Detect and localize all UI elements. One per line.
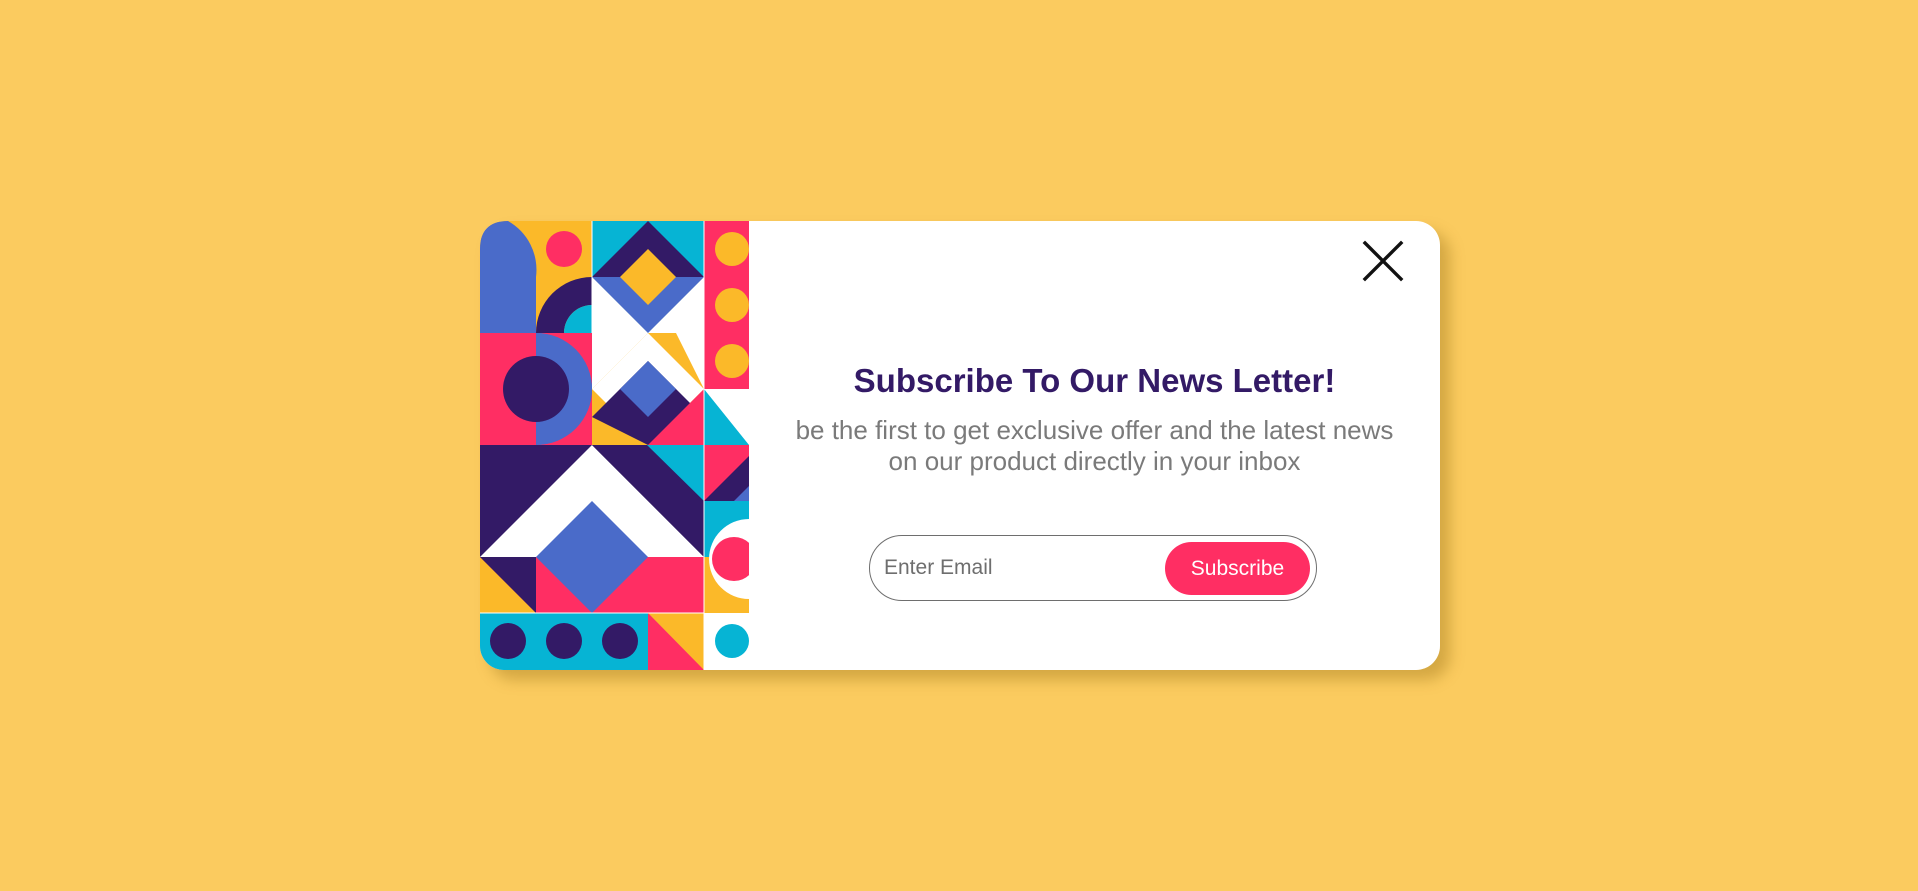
subscribe-button[interactable]: Subscribe bbox=[1165, 542, 1310, 595]
modal-content: Subscribe To Our News Letter! be the fir… bbox=[749, 221, 1440, 670]
modal-title: Subscribe To Our News Letter! bbox=[853, 362, 1336, 399]
geometric-pattern-illustration bbox=[480, 221, 749, 670]
newsletter-modal: Subscribe To Our News Letter! be the fir… bbox=[480, 221, 1440, 670]
subscribe-form: Subscribe bbox=[869, 535, 1317, 601]
modal-subtitle: be the first to get exclusive offer and … bbox=[795, 415, 1394, 476]
email-input[interactable] bbox=[884, 550, 1154, 586]
